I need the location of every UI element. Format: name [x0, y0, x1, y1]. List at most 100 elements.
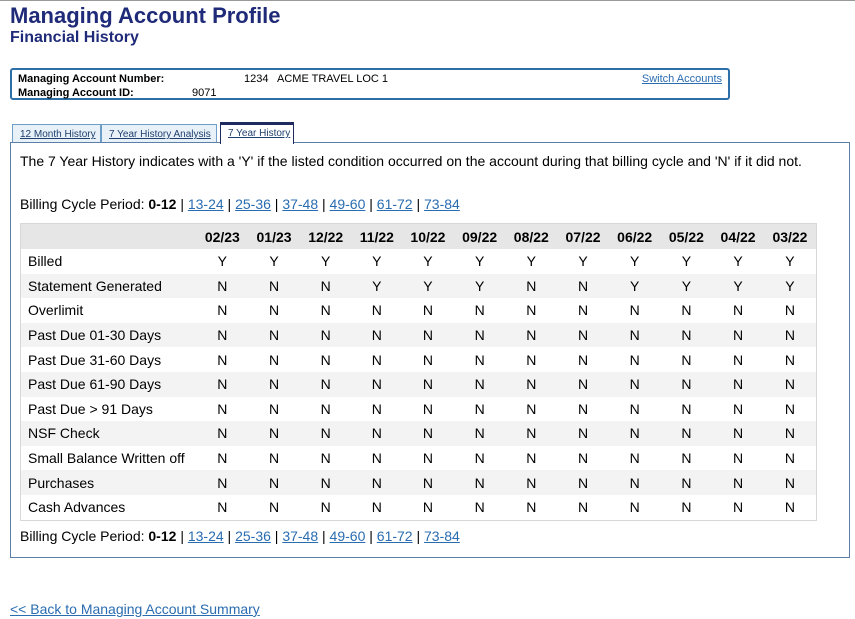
table-cell: N	[681, 499, 692, 516]
table-row: Past Due 61-90 Days N N N N N N N N N N N N	[20, 371, 817, 397]
column-header: 04/22	[712, 223, 764, 249]
billing-cycle-link[interactable]: 49-60	[330, 196, 366, 212]
table-cell: N	[474, 351, 485, 368]
column-header: 06/22	[608, 223, 661, 249]
table-cell: N	[660, 371, 713, 397]
back-to-summary-link[interactable]: << Back to Managing Account Summary	[10, 601, 260, 617]
row-label: Overlimit	[28, 302, 84, 319]
table-row: Cash Advances N N N N N N N N N N N N	[21, 495, 817, 520]
tab-7-year-history[interactable]: 7 Year History	[220, 122, 294, 144]
table-body: Billed Y Y Y Y Y Y Y Y Y Y Y Y Statement Generated N N N…	[20, 249, 817, 520]
table-cell: N	[217, 400, 228, 417]
history-table: 02/23 01/23 12/22 11/22 10/22 09/22 08/22 07/22…	[20, 223, 817, 521]
billing-cycle-link[interactable]: 37-48	[282, 196, 318, 212]
table-row: NSF Check N N N N N N N N N N N N	[20, 421, 817, 446]
table-cell: N	[526, 302, 537, 319]
table-cell: N	[196, 421, 249, 446]
row-label: NSF Check	[20, 421, 197, 446]
column-header: 05/22	[660, 223, 713, 249]
table-cell: N	[299, 322, 352, 348]
billing-cycle-link[interactable]: 13-24	[188, 528, 224, 544]
billing-cycle-link[interactable]: 25-36	[235, 196, 271, 212]
table-cell: N	[453, 322, 506, 348]
tab-7-year-history-analysis[interactable]: 7 Year History Analysis	[101, 124, 217, 142]
table-cell: N	[474, 302, 485, 319]
table-cell: N	[268, 400, 280, 417]
table-cell: N	[217, 499, 228, 516]
tab-12-month-history[interactable]: 12 Month History	[12, 124, 101, 142]
table-cell: Y	[712, 273, 764, 299]
table-row: Past Due 01-30 Days N N N N N N N N N N N N	[20, 322, 817, 348]
table-cell: N	[557, 421, 609, 446]
billing-cycle-link[interactable]: 37-48	[282, 528, 318, 544]
billing-cycle-link[interactable]: 13-24	[188, 196, 224, 212]
row-label: Past Due 01-30 Days	[20, 322, 197, 348]
column-header: 02/23	[196, 223, 249, 249]
row-label: Past Due > 91 Days	[28, 400, 153, 417]
row-label: Small Balance Written off	[28, 450, 185, 467]
billing-cycle-link[interactable]: 61-72	[377, 196, 413, 212]
table-cell: N	[763, 322, 817, 348]
column-header: 07/22	[557, 223, 609, 249]
table-cell: N	[217, 302, 228, 319]
billing-cycle-link[interactable]: 73-84	[424, 528, 460, 544]
table-cell: Y	[372, 253, 382, 270]
billing-cycle-current: 0-12	[148, 528, 177, 544]
table-cell: N	[526, 351, 537, 368]
table-cell: N	[320, 499, 331, 516]
table-cell: N	[784, 450, 796, 467]
table-cell: N	[299, 470, 352, 495]
table-cell: N	[351, 421, 403, 446]
table-cell: N	[196, 322, 249, 348]
table-cell: N	[577, 302, 589, 319]
table-cell: N	[681, 400, 692, 417]
table-cell: N	[320, 302, 331, 319]
table-cell: N	[557, 273, 609, 299]
billing-cycle-link[interactable]: 25-36	[235, 528, 271, 544]
table-cell: N	[248, 322, 300, 348]
column-header: 11/22	[351, 223, 403, 249]
table-cell: Y	[526, 253, 536, 270]
table-cell: N	[681, 302, 692, 319]
row-label: Cash Advances	[28, 499, 126, 516]
table-cell: N	[557, 322, 609, 348]
table-cell: N	[577, 351, 589, 368]
table-cell: Y	[681, 253, 692, 270]
table-cell: N	[660, 470, 713, 495]
table-cell: N	[629, 400, 640, 417]
page-title: Managing Account Profile	[10, 3, 281, 28]
table-cell: N	[402, 371, 454, 397]
table-cell: N	[712, 470, 764, 495]
table-cell: N	[505, 371, 558, 397]
table-cell: N	[320, 400, 331, 417]
account-number-value: 1234	[244, 73, 269, 85]
table-cell: N	[505, 273, 558, 299]
table-cell: N	[196, 470, 249, 495]
table-cell: N	[660, 322, 713, 348]
table-cell: N	[371, 450, 382, 467]
billing-cycle-label: Billing Cycle Period:	[20, 196, 145, 212]
table-cell: N	[422, 450, 434, 467]
table-cell: N	[505, 421, 558, 446]
table-cell: Y	[474, 253, 485, 270]
billing-cycle-separator: |	[227, 528, 232, 544]
table-cell: N	[217, 450, 228, 467]
billing-cycle-label: Billing Cycle Period:	[20, 528, 145, 544]
billing-cycle-link[interactable]: 73-84	[424, 196, 460, 212]
billing-cycle-separator: |	[369, 528, 373, 544]
row-label: Statement Generated	[20, 273, 197, 299]
account-info-box: Managing Account Number: 1234 ACME TRAVE…	[10, 68, 730, 100]
table-cell: Y	[423, 253, 433, 270]
billing-cycle-separator: |	[180, 528, 184, 544]
table-cell: N	[763, 371, 817, 397]
table-cell: N	[629, 499, 640, 516]
table-cell: N	[474, 400, 485, 417]
table-cell: N	[248, 470, 300, 495]
table-cell: N	[577, 499, 589, 516]
table-cell: N	[733, 450, 744, 467]
switch-accounts-link[interactable]: Switch Accounts	[642, 73, 722, 85]
table-cell: N	[784, 351, 796, 368]
table-cell: N	[733, 302, 744, 319]
billing-cycle-link[interactable]: 49-60	[330, 528, 366, 544]
billing-cycle-link[interactable]: 61-72	[377, 528, 413, 544]
